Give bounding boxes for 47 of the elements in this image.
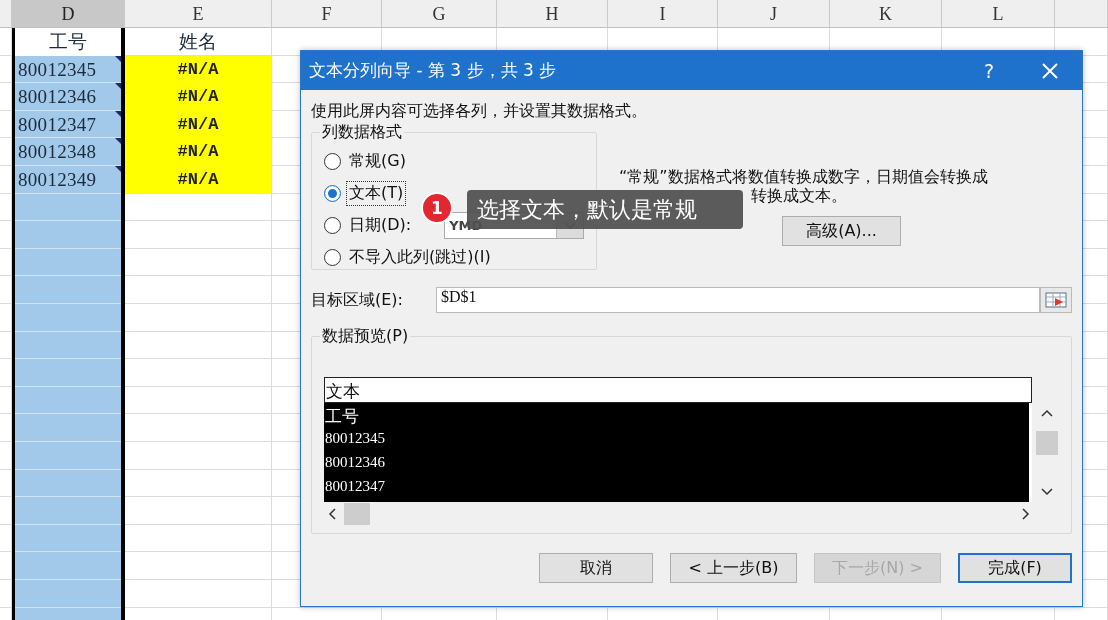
group-legend: 数据预览(P)	[320, 326, 411, 346]
column-header[interactable]: F	[272, 0, 382, 28]
column-header[interactable]: J	[718, 0, 830, 28]
group-legend: 列数据格式	[320, 122, 404, 142]
table-cell: #N/A	[125, 138, 271, 166]
table-cell: #N/A	[125, 83, 271, 111]
preview-cell-text: 80012347	[324, 478, 386, 496]
preview-cell-text: 80012345	[324, 430, 386, 448]
scroll-left-icon[interactable]	[328, 508, 336, 520]
preview-column-header: 文本	[324, 377, 1033, 403]
scrollbar-thumb[interactable]	[344, 503, 370, 525]
radio-option[interactable]: 日期(D):	[324, 213, 415, 238]
table-cell: #N/A	[125, 110, 271, 139]
column-header[interactable]: I	[608, 0, 718, 28]
column-header[interactable]: H	[497, 0, 608, 28]
scroll-down-icon[interactable]	[1041, 488, 1054, 496]
help-button[interactable]: ?	[960, 51, 1018, 90]
close-icon	[1041, 61, 1059, 80]
dialog-button[interactable]: 取消	[539, 553, 653, 583]
advanced-button[interactable]: 高级(A)...	[782, 216, 901, 246]
instruction-text: 使用此屏内容可选择各列，并设置其数据格式。	[311, 100, 648, 122]
column-header[interactable]: E	[125, 0, 272, 28]
scroll-up-icon[interactable]	[1041, 409, 1054, 417]
radio-option[interactable]: 常规(G)	[324, 149, 409, 174]
preview-cell-text: 80012346	[324, 454, 386, 472]
radio-option[interactable]: 不导入此列(跳过)(I)	[324, 245, 494, 270]
column-header[interactable]: D	[12, 0, 125, 28]
scroll-right-icon[interactable]	[1022, 508, 1030, 520]
description-text: 转换成文本。	[751, 187, 848, 205]
column-header[interactable]: G	[382, 0, 497, 28]
range-select-button[interactable]	[1040, 287, 1072, 313]
column-header[interactable]: K	[830, 0, 942, 28]
table-cell-text: 姓名	[178, 30, 218, 54]
table-cell: #N/A	[125, 165, 271, 194]
field-label: 目标区域(E):	[311, 289, 404, 311]
preview-selected-column[interactable]: 工号 80012345 80012346 80012347	[324, 403, 1033, 502]
table-cell: #N/A	[125, 55, 271, 84]
column-header[interactable]: L	[942, 0, 1055, 28]
description-text: “常规”数据格式将数值转换成数字，日期值会转换成	[619, 168, 988, 186]
input-field[interactable]: $D$1	[436, 287, 1040, 313]
scrollbar-thumb[interactable]	[1036, 430, 1059, 455]
dialog-button[interactable]: < 上一步(B)	[670, 553, 797, 583]
table-cell: 工号	[15, 28, 121, 56]
preview-cell-text: 工号	[324, 405, 360, 428]
window-title: 文本分列向导 - 第 3 步，共 3 步	[309, 59, 558, 82]
range-select-icon	[1045, 292, 1067, 308]
dialog-button[interactable]: 完成(F)	[958, 553, 1072, 583]
